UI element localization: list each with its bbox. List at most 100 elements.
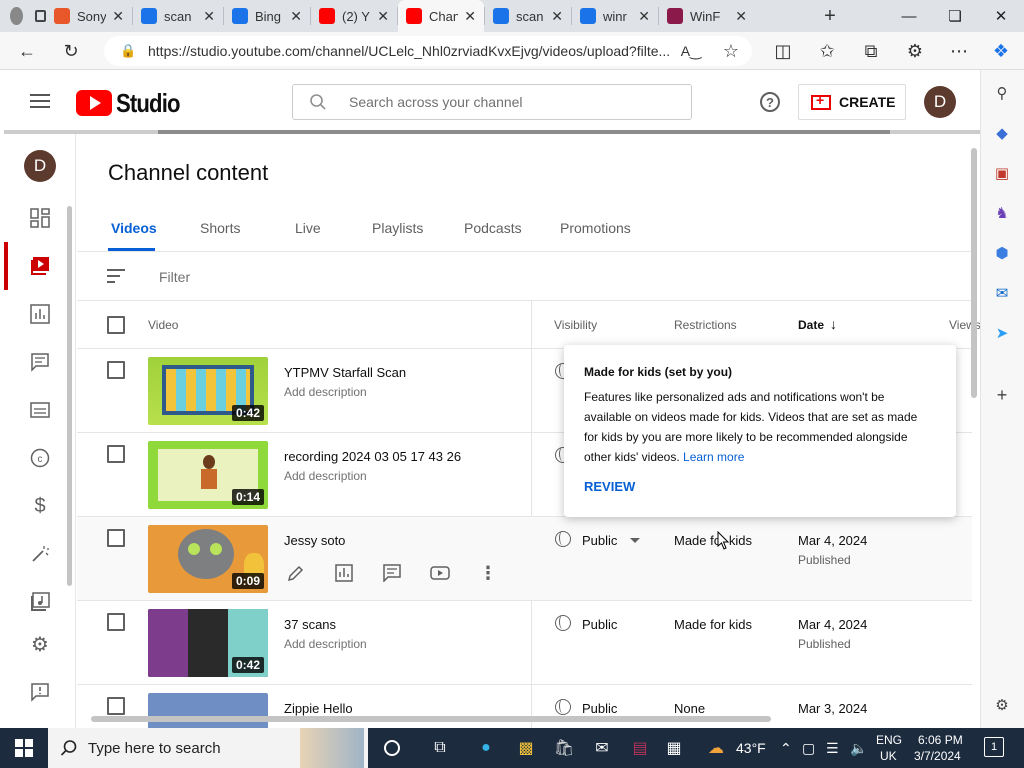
settings-icon[interactable]: ⚙ <box>28 632 52 656</box>
winrar-icon[interactable]: ▤ <box>626 734 654 762</box>
channel-avatar[interactable]: D <box>24 150 56 182</box>
menu-icon[interactable] <box>30 94 50 108</box>
row-checkbox[interactable] <box>107 613 125 631</box>
clock-date[interactable]: 3/7/2024 <box>914 749 961 763</box>
minimize-button[interactable]: — <box>886 0 932 32</box>
cortana-icon[interactable] <box>378 734 406 762</box>
browser-tab[interactable]: (2) Y ✕ <box>311 0 397 32</box>
edit-details-icon[interactable] <box>284 561 308 585</box>
create-button[interactable]: CREATE <box>798 84 906 120</box>
feedback-icon[interactable] <box>28 680 52 704</box>
review-button[interactable]: REVIEW <box>584 479 635 494</box>
language-primary[interactable]: ENG <box>876 733 902 747</box>
video-title[interactable]: YTPMV Starfall Scan <box>284 365 406 380</box>
refresh-button[interactable]: ↻ <box>56 36 86 66</box>
sidebar-search-icon[interactable]: ⚲ <box>991 82 1013 104</box>
youtube-logo-icon[interactable] <box>76 90 112 116</box>
read-aloud-icon[interactable]: A‿ <box>676 36 706 66</box>
browser-tab[interactable]: Sony ✕ <box>46 0 132 32</box>
tray-overflow-icon[interactable]: ⌃ <box>780 740 792 757</box>
browser-tab[interactable]: scan ✕ <box>485 0 571 32</box>
video-thumbnail[interactable]: 0:42 <box>148 357 268 425</box>
youtube-watch-icon[interactable] <box>428 561 452 585</box>
favorite-star-icon[interactable]: ☆ <box>716 36 746 66</box>
row-checkbox[interactable] <box>107 529 125 547</box>
wifi-icon[interactable]: ☰ <box>826 740 839 757</box>
visibility-value[interactable]: Public <box>582 533 617 548</box>
browser-tab[interactable]: winr ✕ <box>572 0 658 32</box>
audio-library-icon[interactable] <box>28 590 52 614</box>
restrictions-value[interactable]: None <box>674 701 705 716</box>
earn-icon[interactable]: $ <box>28 494 52 518</box>
comments-icon[interactable] <box>380 561 404 585</box>
close-tab-icon[interactable]: ✕ <box>551 8 563 25</box>
task-view-icon[interactable]: ⧉ <box>426 734 454 762</box>
video-thumbnail[interactable]: 0:42 <box>148 609 268 677</box>
horizontal-scrollbar[interactable] <box>91 716 771 722</box>
filter-input[interactable] <box>159 266 459 288</box>
close-tab-icon[interactable]: ✕ <box>735 8 747 25</box>
language-secondary[interactable]: UK <box>880 749 897 763</box>
clock-time[interactable]: 6:06 PM <box>918 733 963 747</box>
analytics-icon[interactable] <box>28 302 52 326</box>
video-description[interactable]: Add description <box>284 637 367 651</box>
column-date[interactable]: Date <box>798 318 824 332</box>
tab-promotions[interactable]: Promotions <box>560 220 631 236</box>
close-tab-icon[interactable]: ✕ <box>377 8 389 25</box>
notification-icon[interactable]: 1 <box>984 737 1004 757</box>
comments-icon[interactable] <box>28 350 52 374</box>
visibility-value[interactable]: Public <box>582 701 617 716</box>
subtitles-icon[interactable] <box>28 398 52 422</box>
restore-button[interactable]: ❏ <box>932 0 978 32</box>
network-icon[interactable]: ▢ <box>802 740 815 757</box>
performance-icon[interactable]: ⚙ <box>900 36 930 66</box>
account-avatar[interactable]: D <box>924 86 956 118</box>
video-title[interactable]: Zippie Hello <box>284 701 353 716</box>
video-thumbnail[interactable]: 0:14 <box>148 441 268 509</box>
weather-icon[interactable]: ☁ <box>702 734 730 762</box>
sort-arrow-icon[interactable]: ↓ <box>830 316 837 332</box>
close-tab-icon[interactable]: ✕ <box>290 8 302 25</box>
nav-scrollbar[interactable] <box>67 206 72 586</box>
close-tab-icon[interactable]: ✕ <box>464 8 476 25</box>
send-icon[interactable]: ➤ <box>991 322 1013 344</box>
outlook-icon[interactable]: ✉ <box>991 282 1013 304</box>
workspaces-icon[interactable] <box>34 10 46 22</box>
add-sidebar-app-icon[interactable]: + <box>991 384 1013 406</box>
content-icon[interactable] <box>28 254 52 278</box>
back-button[interactable]: ← <box>12 36 42 66</box>
filter-icon[interactable] <box>107 269 125 283</box>
column-restrictions[interactable]: Restrictions <box>674 318 737 332</box>
browser-tab[interactable]: scan ✕ <box>133 0 223 32</box>
url-field[interactable]: 🔒 https://studio.youtube.com/channel/UCL… <box>104 36 752 66</box>
split-screen-icon[interactable]: ◫ <box>768 36 798 66</box>
video-title[interactable]: recording 2024 03 05 17 43 26 <box>284 449 461 464</box>
row-checkbox[interactable] <box>107 697 125 715</box>
browser-tab[interactable]: Chan ✕ <box>398 0 484 32</box>
video-description[interactable]: Add description <box>284 469 367 483</box>
copilot-icon[interactable]: ❖ <box>986 36 1016 66</box>
tools-icon[interactable]: ▣ <box>991 162 1013 184</box>
search-input[interactable] <box>349 91 679 113</box>
mail-icon[interactable]: ✉ <box>588 734 616 762</box>
column-visibility[interactable]: Visibility <box>554 318 597 332</box>
dashboard-icon[interactable] <box>28 206 52 230</box>
collections-icon[interactable]: ⧉ <box>856 36 886 66</box>
row-checkbox[interactable] <box>107 361 125 379</box>
restrictions-value[interactable]: Made for kids <box>674 617 752 632</box>
video-thumbnail[interactable] <box>148 693 268 728</box>
close-tab-icon[interactable]: ✕ <box>203 8 215 25</box>
file-explorer-icon[interactable]: ▩ <box>512 734 540 762</box>
analytics-icon[interactable] <box>332 561 356 585</box>
tab-live[interactable]: Live <box>295 220 321 236</box>
close-tab-icon[interactable]: ✕ <box>112 8 124 25</box>
video-title[interactable]: Jessy soto <box>284 533 345 548</box>
microsoft365-icon[interactable]: ⬢ <box>991 242 1013 264</box>
video-description[interactable]: Add description <box>284 385 367 399</box>
weather-temp[interactable]: 43°F <box>736 740 766 756</box>
video-title[interactable]: 37 scans <box>284 617 336 632</box>
tab-podcasts[interactable]: Podcasts <box>464 220 522 236</box>
store-icon[interactable]: 🛍 <box>550 734 578 762</box>
table-row[interactable]: 0:42 37 scans Add description Public Mad… <box>77 601 972 685</box>
edge-browser-icon[interactable]: ● <box>472 734 500 762</box>
